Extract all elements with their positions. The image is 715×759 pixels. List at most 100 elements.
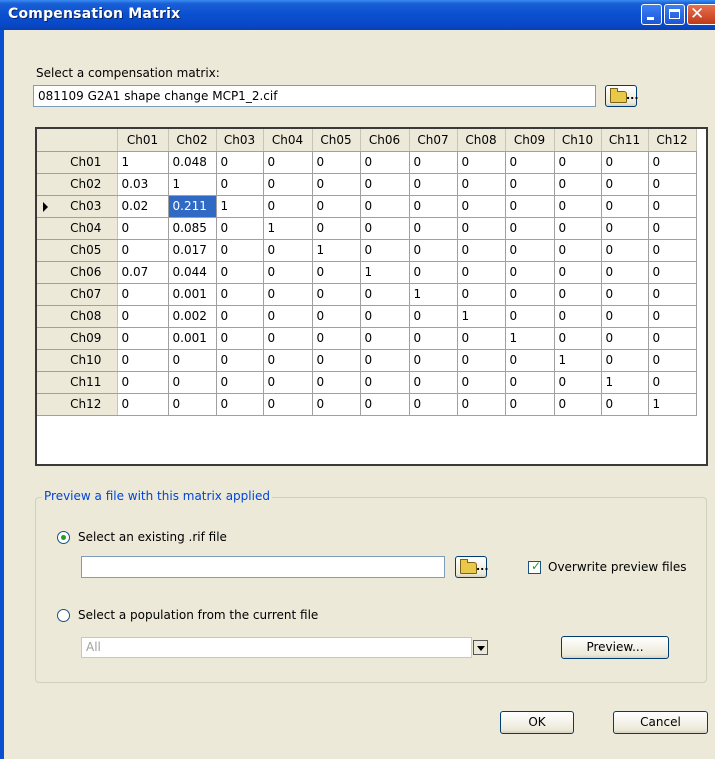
column-header[interactable]: Ch08	[457, 129, 506, 152]
table-cell[interactable]: 0	[648, 173, 697, 196]
table-cell[interactable]: 0	[409, 393, 458, 416]
table-cell[interactable]: 0	[554, 217, 602, 240]
table-row[interactable]: Ch06 0.07 0.044 0 0 0 1 0 0 0 0 0 0	[37, 261, 697, 284]
table-cell[interactable]: 0	[312, 305, 361, 328]
table-cell[interactable]: 0	[457, 195, 506, 218]
table-cell[interactable]: 0	[216, 305, 264, 328]
overwrite-label[interactable]: Overwrite preview files	[548, 560, 687, 574]
cancel-button[interactable]: Cancel	[613, 711, 708, 734]
rif-browse-button[interactable]: ...	[455, 556, 489, 578]
table-cell[interactable]: 0	[601, 239, 649, 262]
population-label[interactable]: Select a population from the current fil…	[78, 608, 318, 622]
table-row[interactable]: Ch04 0 0.085 0 1 0 0 0 0 0 0 0 0	[37, 217, 697, 240]
table-cell[interactable]: 0	[505, 217, 555, 240]
table-cell[interactable]: 0	[457, 349, 506, 372]
table-row[interactable]: Ch07 0 0.001 0 0 0 0 1 0 0 0 0 0	[37, 283, 697, 306]
table-cell[interactable]: 0	[648, 261, 697, 284]
table-cell[interactable]: 0	[457, 393, 506, 416]
row-header[interactable]: Ch02	[37, 173, 118, 196]
table-cell[interactable]: 0	[648, 349, 697, 372]
table-cell[interactable]: 0	[117, 393, 169, 416]
table-cell[interactable]: 0	[457, 261, 506, 284]
minimize-button[interactable]	[641, 4, 662, 25]
table-row[interactable]: Ch09 0 0.001 0 0 0 0 0 0 1 0 0 0	[37, 327, 697, 350]
table-cell[interactable]: 1	[263, 217, 313, 240]
table-cell[interactable]: 0	[216, 327, 264, 350]
column-header[interactable]: Ch04	[263, 129, 313, 152]
table-cell[interactable]: 0	[216, 283, 264, 306]
population-radio[interactable]	[57, 609, 70, 622]
rif-file-input[interactable]	[81, 556, 445, 578]
table-cell[interactable]: 0	[505, 371, 555, 394]
column-header[interactable]: Ch03	[216, 129, 264, 152]
table-cell[interactable]: 1	[601, 371, 649, 394]
table-cell[interactable]: 0	[554, 239, 602, 262]
table-cell[interactable]: 0	[409, 261, 458, 284]
table-cell[interactable]: 0	[554, 151, 602, 174]
table-cell[interactable]: 0	[409, 239, 458, 262]
table-cell[interactable]: 0	[409, 305, 458, 328]
table-cell[interactable]: 0	[263, 151, 313, 174]
table-cell[interactable]: 0.017	[168, 239, 217, 262]
table-cell[interactable]: 0.048	[168, 151, 217, 174]
row-header[interactable]: Ch07	[37, 283, 118, 306]
column-header[interactable]: Ch02	[168, 129, 217, 152]
table-cell[interactable]: 0	[505, 261, 555, 284]
table-cell[interactable]: 0	[360, 217, 410, 240]
table-cell[interactable]: 0	[648, 151, 697, 174]
table-cell[interactable]: 0	[263, 195, 313, 218]
table-cell[interactable]: 0	[554, 305, 602, 328]
table-cell[interactable]: 0	[216, 261, 264, 284]
existing-rif-label[interactable]: Select an existing .rif file	[78, 530, 227, 544]
table-cell[interactable]: 0	[117, 217, 169, 240]
table-cell[interactable]: 0	[601, 261, 649, 284]
table-cell[interactable]: 0	[360, 283, 410, 306]
table-cell[interactable]: 0	[505, 349, 555, 372]
table-cell[interactable]: 0	[505, 283, 555, 306]
table-cell[interactable]: 0	[601, 327, 649, 350]
table-cell[interactable]: 0	[648, 217, 697, 240]
table-row[interactable]: Ch03 0.02 0.211 1 0 0 0 0 0 0 0 0 0	[37, 195, 697, 218]
table-cell[interactable]: 0	[457, 151, 506, 174]
table-cell[interactable]: 1	[117, 151, 169, 174]
table-cell[interactable]: 0.085	[168, 217, 217, 240]
table-cell[interactable]: 0	[409, 217, 458, 240]
maximize-button[interactable]	[664, 4, 685, 25]
table-cell[interactable]: 0.044	[168, 261, 217, 284]
compensation-grid[interactable]: Ch01 Ch02 Ch03 Ch04 Ch05 Ch06 Ch07 Ch08 Ch09 Ch10…	[35, 127, 708, 466]
table-cell[interactable]: 0	[312, 261, 361, 284]
row-header[interactable]: Ch11	[37, 371, 118, 394]
table-cell[interactable]: 0	[554, 371, 602, 394]
table-row[interactable]: Ch08 0 0.002 0 0 0 0 0 1 0 0 0 0	[37, 305, 697, 328]
table-cell[interactable]: 0	[601, 349, 649, 372]
table-cell[interactable]: 0	[312, 393, 361, 416]
table-cell[interactable]: 0	[457, 327, 506, 350]
table-cell[interactable]: 0	[117, 305, 169, 328]
table-cell[interactable]: 0	[168, 349, 217, 372]
table-cell[interactable]: 0	[457, 173, 506, 196]
table-cell[interactable]: 0	[263, 327, 313, 350]
table-cell[interactable]: 1	[648, 393, 697, 416]
table-cell[interactable]: 0	[409, 173, 458, 196]
table-cell[interactable]: 0	[601, 195, 649, 218]
table-cell[interactable]: 0.07	[117, 261, 169, 284]
table-row[interactable]: Ch05 0 0.017 0 0 1 0 0 0 0 0 0 0	[37, 239, 697, 262]
column-header[interactable]: Ch06	[360, 129, 410, 152]
table-cell[interactable]: 0	[312, 151, 361, 174]
table-row[interactable]: Ch01 1 0.048 0 0 0 0 0 0 0 0 0 0	[37, 151, 697, 174]
row-header[interactable]: Ch01	[37, 151, 118, 174]
table-cell[interactable]: 0	[601, 217, 649, 240]
table-cell[interactable]: 0	[263, 349, 313, 372]
table-cell[interactable]: 0	[312, 173, 361, 196]
table-cell[interactable]: 0.03	[117, 173, 169, 196]
table-cell[interactable]: 0	[505, 173, 555, 196]
table-cell[interactable]: 0	[648, 327, 697, 350]
table-cell[interactable]: 0	[505, 305, 555, 328]
column-header[interactable]: Ch01	[117, 129, 169, 152]
table-cell[interactable]: 1	[457, 305, 506, 328]
table-cell[interactable]: 0	[505, 239, 555, 262]
table-cell[interactable]: 0	[216, 173, 264, 196]
column-header[interactable]: Ch07	[409, 129, 458, 152]
table-cell[interactable]: 0	[216, 239, 264, 262]
ok-button[interactable]: OK	[500, 711, 574, 734]
